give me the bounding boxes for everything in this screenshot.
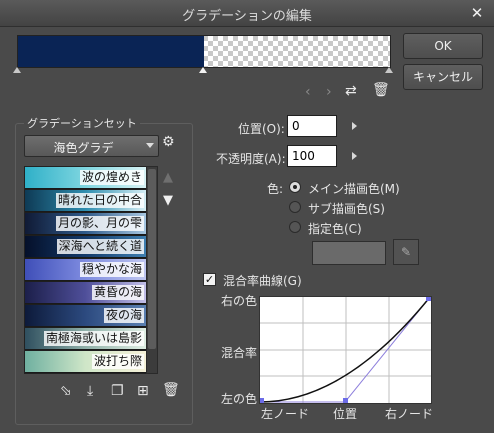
move-up-icon[interactable]: ▲ [163,170,173,185]
gradient-set-dropdown[interactable]: 海色グラデ [24,135,159,157]
radio-specified-color[interactable] [289,221,301,233]
list-item[interactable]: 波の煌めき [25,167,146,189]
prev-node-icon[interactable]: ‹ [305,84,311,100]
gradient-set-label: グラデーションセット [24,115,140,131]
blend-curve-label: 混合率曲線(G) [223,274,302,288]
settings-icon[interactable]: ⚙ [162,134,175,150]
list-item-label: 波打ち際 [91,354,144,369]
window-title: グラデーションの編集 [182,9,312,24]
ok-button[interactable]: OK [403,33,483,59]
scrollbar-thumb[interactable] [148,169,156,349]
blend-curve-graph[interactable] [259,296,432,404]
title-bar: グラデーションの編集 ✕ [0,0,494,27]
curve-y-mid-label: 混合率 [221,346,258,360]
duplicate-icon[interactable]: ❐ [111,383,124,399]
curve-y-bottom-label: 左の色 [221,392,258,406]
list-item-label: 黄昏の海 [91,285,144,300]
gradient-node-middle[interactable] [199,67,207,73]
curve-y-top-label: 右の色 [221,294,258,308]
trash-icon[interactable]: 🗑 [372,82,390,98]
position-slider-arrow[interactable] [352,122,357,130]
radio-sub-color[interactable] [289,201,301,213]
list-item[interactable]: 夜の海 [25,305,146,327]
curve-point-end[interactable] [426,296,431,301]
next-node-icon[interactable]: › [326,84,332,100]
blend-curve-checkbox[interactable]: ✓ [203,273,216,286]
list-item[interactable]: 晴れた日の中合 [25,190,146,212]
curve-x-mid-label: 位置 [333,407,358,421]
list-scrollbar[interactable] [146,166,158,374]
gradient-set-selected: 海色グラデ [53,141,114,155]
close-icon[interactable]: ✕ [468,4,486,22]
chevron-down-icon [146,143,154,148]
position-input[interactable]: 0 [287,115,337,137]
list-item[interactable]: 波打ち際 [25,351,146,373]
opacity-label: 不透明度(A): [216,152,286,166]
radio-specified-color-label: 指定色(C) [308,222,362,236]
radio-sub-color-label: サブ描画色(S) [308,202,385,216]
list-item-label: 夜の海 [103,308,144,323]
gradient-preview[interactable] [17,35,391,68]
move-down-icon[interactable]: ▼ [163,193,173,208]
list-item-label: 南極海或いは島影 [43,331,144,346]
list-item-label: 波の煌めき [79,170,144,185]
new-gradient-icon[interactable]: ⊞ [137,383,149,399]
list-item-label: 深海へと続く道 [56,239,144,254]
list-item[interactable]: 深海へと続く道 [25,236,146,258]
cancel-button[interactable]: キャンセル [403,64,483,90]
curve-point-start[interactable] [259,398,264,403]
gradient-set-list[interactable]: 波の煌めき 晴れた日の中合 月の影、月の雫 深海へと続く道 穏やかな海 黄昏の海… [24,166,147,374]
specified-color-swatch[interactable] [312,241,386,265]
list-item[interactable]: 南極海或いは島影 [25,328,146,350]
radio-main-color-label: メイン描画色(M) [308,182,400,196]
add-to-set-icon[interactable]: ⬂ [60,383,72,399]
curve-svg [259,296,431,403]
position-label: 位置(O): [238,122,285,136]
delete-gradient-icon[interactable]: 🗑 [162,382,180,398]
curve-x-left-label: 左ノード [261,407,310,421]
list-item[interactable]: 穏やかな海 [25,259,146,281]
eyedropper-icon[interactable]: ✎ [393,239,419,265]
gradient-solid-part [18,36,204,67]
color-label: 色: [267,182,284,196]
gradient-node-left[interactable] [13,67,21,73]
opacity-slider-arrow[interactable] [352,152,357,160]
gradient-node-right[interactable] [385,67,393,73]
curve-x-right-label: 右ノード [385,407,434,421]
import-icon[interactable]: ⤓ [87,383,93,399]
list-item[interactable]: 月の影、月の雫 [25,213,146,235]
radio-main-color[interactable] [289,181,301,193]
flip-gradient-icon[interactable]: ⇄ [345,83,357,99]
list-item-label: 晴れた日の中合 [55,193,144,208]
list-item-label: 月の影、月の雫 [55,216,144,231]
curve-point-control[interactable] [343,398,348,403]
list-item[interactable]: 黄昏の海 [25,282,146,304]
list-item-label: 穏やかな海 [79,262,144,277]
opacity-input[interactable]: 100 [287,145,337,167]
